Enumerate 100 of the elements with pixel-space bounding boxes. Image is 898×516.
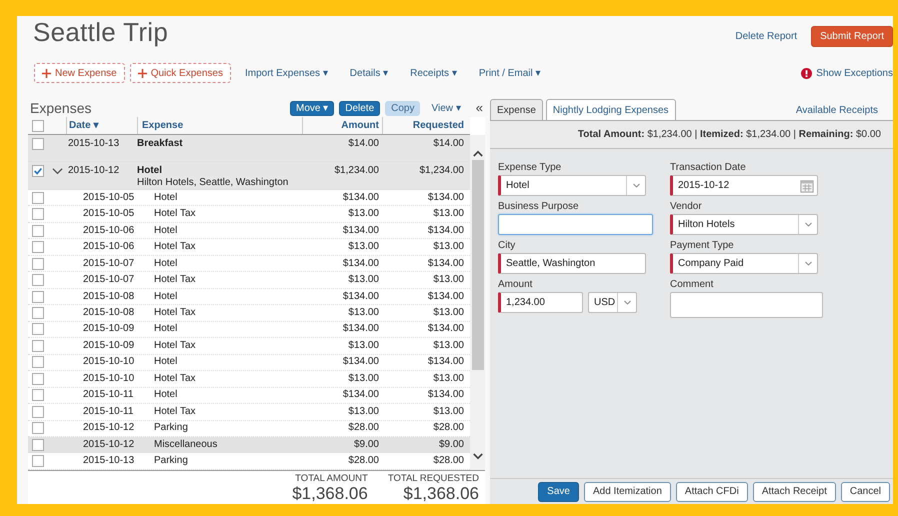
available-receipts-link[interactable]: Available Receipts: [796, 105, 893, 116]
field-label: Comment: [670, 279, 714, 292]
add-button[interactable]: New Expense: [34, 63, 125, 83]
add-button[interactable]: Quick Expenses: [130, 63, 231, 83]
scroll-up-icon[interactable]: [472, 150, 482, 157]
chevron-down-icon[interactable]: [52, 166, 62, 177]
column-header[interactable]: Amount: [302, 117, 382, 134]
table-row[interactable]: 2015-10-12 Miscellaneous $9.00 $9.00: [28, 436, 470, 454]
checkbox[interactable]: [32, 323, 44, 336]
table-row[interactable]: 2015-10-11 Hotel $134.00 $134.00: [28, 388, 470, 404]
table-row[interactable]: 2015-10-13 Parking $28.00 $28.00: [28, 453, 470, 470]
amount-field[interactable]: 1,234.00: [498, 292, 583, 313]
dropdown[interactable]: Company Paid: [670, 253, 818, 274]
submit-report-button[interactable]: Submit Report: [811, 26, 893, 47]
checkbox[interactable]: [32, 258, 44, 270]
checkbox[interactable]: [32, 455, 44, 468]
table-cell-text: $134.00: [342, 192, 380, 204]
table-cell-text: $13.00: [432, 274, 465, 286]
comment-field[interactable]: [670, 292, 823, 318]
show-exceptions-link[interactable]: Show Exceptions: [801, 68, 893, 78]
checkbox[interactable]: [32, 241, 44, 254]
checkbox[interactable]: [32, 164, 44, 177]
table-cell-text: $134.00: [342, 290, 380, 302]
table-cell-text: $28.00: [432, 455, 465, 468]
table-row[interactable]: 2015-10-05 Hotel Tax $13.00 $13.00: [28, 206, 470, 223]
action-button[interactable]: Cancel: [840, 482, 890, 502]
menu-link[interactable]: Receipts ▾: [410, 67, 457, 79]
checkbox[interactable]: [32, 306, 44, 319]
checkbox[interactable]: [32, 208, 44, 220]
table-cell-text: Hilton Hotels, Seattle, Washington: [137, 176, 290, 189]
table-cell-text: 2015-10-11: [82, 406, 134, 418]
table-cell-text: 2015-10-12: [82, 422, 136, 434]
action-button[interactable]: Attach Receipt: [752, 482, 836, 502]
column-header[interactable]: Date ▾: [66, 117, 137, 134]
checkbox[interactable]: [32, 372, 44, 385]
plus-icon: [42, 68, 51, 78]
field-label: Business Purpose: [498, 201, 580, 214]
view-link[interactable]: View ▾: [425, 100, 467, 116]
input-field[interactable]: [498, 214, 653, 235]
checkbox[interactable]: [32, 224, 44, 237]
table-row[interactable]: 2015-10-12 Parking $28.00 $28.00: [28, 420, 470, 437]
checkbox[interactable]: [32, 438, 44, 451]
table-cell-text: 2015-10-12: [67, 164, 120, 178]
menu-link[interactable]: Import Expenses ▾: [244, 67, 328, 79]
column-header[interactable]: Expense: [137, 117, 302, 134]
checkbox[interactable]: [32, 406, 44, 418]
table-row[interactable]: 2015-10-07 Hotel Tax $13.00 $13.00: [28, 272, 470, 289]
scrollbar[interactable]: [470, 135, 485, 470]
table-cell-text: $134.00: [342, 356, 380, 368]
column-header[interactable]: Requested: [382, 117, 467, 134]
table-cell-text: Hotel Tax: [154, 372, 197, 385]
checkbox[interactable]: [32, 274, 44, 286]
tab[interactable]: Expense: [490, 99, 543, 120]
table-cell-text: 2015-10-13: [82, 455, 136, 468]
checkbox[interactable]: [32, 192, 44, 204]
scroll-thumb[interactable]: [472, 160, 484, 370]
checkbox[interactable]: [32, 422, 44, 434]
dropdown[interactable]: Hotel: [498, 175, 646, 196]
delete-report-link[interactable]: Delete Report: [735, 31, 798, 42]
table-row[interactable]: 2015-10-10 Hotel Tax $13.00 $13.00: [28, 371, 470, 388]
scroll-down-icon[interactable]: [472, 453, 482, 460]
table-row[interactable]: 2015-10-08 Hotel Tax $13.00 $13.00: [28, 305, 470, 322]
action-button[interactable]: Attach CFDi: [676, 482, 748, 502]
table-cell-text: $28.00: [432, 422, 465, 434]
checkbox[interactable]: [32, 120, 44, 132]
action-button[interactable]: Move ▾: [290, 100, 334, 116]
table-row[interactable]: 2015-10-05 Hotel $134.00 $134.00: [28, 190, 470, 206]
table-row[interactable]: 2015-10-08 Hotel $134.00 $134.00: [28, 288, 470, 306]
table-cell-text: $134.00: [426, 192, 465, 204]
table-row[interactable]: 2015-10-10 Hotel $134.00 $134.00: [28, 354, 470, 372]
table-cell-text: $14.00: [347, 138, 380, 151]
table-row[interactable]: 2015-10-07 Hotel $134.00 $134.00: [28, 256, 470, 272]
table-row[interactable]: 2015-10-09 Hotel Tax $13.00 $13.00: [28, 338, 470, 355]
table-cell-text: $13.00: [432, 208, 465, 220]
dropdown[interactable]: Hilton Hotels: [670, 214, 818, 235]
table-cell-text: $134.00: [426, 356, 465, 368]
tab[interactable]: Nightly Lodging Expenses: [546, 99, 676, 120]
checkbox[interactable]: [32, 356, 44, 368]
action-button[interactable]: Delete: [339, 100, 380, 116]
currency-dropdown[interactable]: USD: [588, 292, 637, 313]
table-row[interactable]: 2015-10-09 Hotel $134.00 $134.00: [28, 322, 470, 338]
checkbox[interactable]: [32, 290, 44, 302]
table-row[interactable]: 2015-10-06 Hotel Tax $13.00 $13.00: [28, 239, 470, 256]
total-value: $1,368.06: [292, 484, 368, 504]
input-field[interactable]: Seattle, Washington: [498, 253, 646, 274]
checkbox[interactable]: [32, 340, 44, 352]
table-row[interactable]: 2015-10-11 Hotel Tax $13.00 $13.00: [28, 404, 470, 421]
action-button[interactable]: Save: [538, 482, 579, 502]
date-field[interactable]: 2015-10-12: [670, 175, 818, 196]
table-cell-text: 2015-10-13: [67, 138, 120, 151]
action-button[interactable]: Add Itemization: [584, 482, 671, 502]
checkbox[interactable]: [32, 389, 44, 402]
checkbox[interactable]: [32, 138, 44, 150]
menu-link[interactable]: Print / Email ▾: [478, 67, 541, 79]
table-cell-text: $134.00: [426, 323, 465, 336]
menu-link[interactable]: Details ▾: [350, 67, 388, 79]
table-row[interactable]: 2015-10-06 Hotel $134.00 $134.00: [28, 222, 470, 240]
field-label: Vendor: [670, 201, 703, 214]
collapse-button[interactable]: «: [472, 100, 485, 116]
table-cell-text: Parking: [154, 455, 189, 468]
